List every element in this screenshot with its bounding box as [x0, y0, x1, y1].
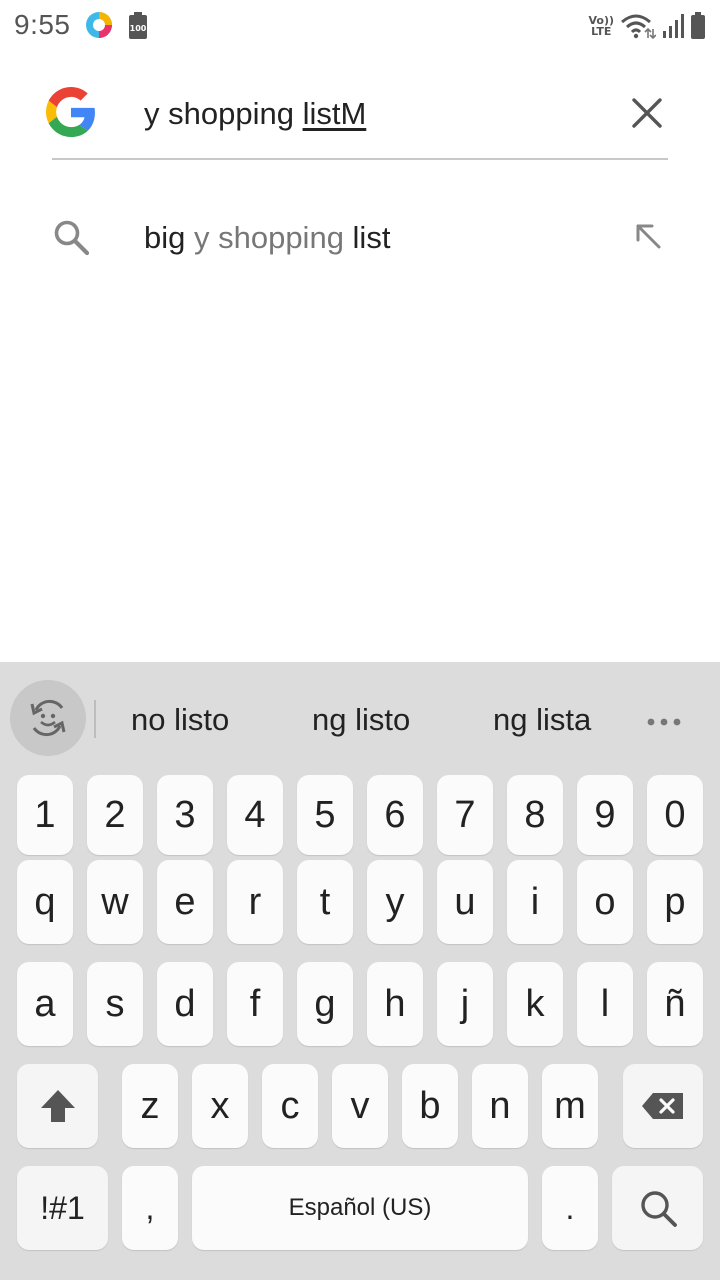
key-k[interactable]: k	[507, 962, 563, 1046]
key-i[interactable]: i	[507, 860, 563, 944]
key-f[interactable]: f	[227, 962, 283, 1046]
key-2[interactable]: 2	[87, 775, 143, 855]
signal-icon	[663, 14, 684, 38]
emoji-refresh-icon	[30, 699, 66, 737]
suggestion-prefix: big	[144, 220, 194, 255]
key-1[interactable]: 1	[17, 775, 73, 855]
space-key[interactable]: Español (US)	[192, 1166, 528, 1250]
key-a[interactable]: a	[17, 962, 73, 1046]
key-y[interactable]: y	[367, 860, 423, 944]
suggestion-item[interactable]: big y shopping list	[52, 190, 668, 282]
shift-icon	[40, 1090, 75, 1122]
key-6[interactable]: 6	[367, 775, 423, 855]
key-q[interactable]: q	[17, 860, 73, 944]
status-time: 9:55	[14, 9, 71, 40]
search-query-committed: y shopping	[144, 96, 303, 131]
key-v[interactable]: v	[332, 1064, 388, 1148]
search-query-composing: listM	[302, 96, 367, 131]
key-0[interactable]: 0	[647, 775, 703, 855]
app-notification-icon	[86, 12, 112, 38]
search-key-icon	[640, 1191, 677, 1227]
key-9[interactable]: 9	[577, 775, 633, 855]
keyboard-word-suggestion[interactable]: ng listo	[312, 702, 410, 738]
battery-saver-icon: 100	[129, 12, 147, 39]
key-d[interactable]: d	[157, 962, 213, 1046]
suggestion-text: big y shopping list	[144, 220, 390, 256]
status-right-icons: Vo)) LTE	[588, 10, 706, 42]
keyboard: no listo ng listo ng lista 1 2 3 4 5 6 7…	[0, 662, 720, 1280]
key-g[interactable]: g	[297, 962, 353, 1046]
period-key[interactable]: .	[542, 1166, 598, 1250]
search-input[interactable]: y shopping listM	[144, 96, 366, 132]
keyboard-suggestion-separator	[94, 700, 96, 738]
wifi-icon	[621, 14, 656, 39]
volte-indicator: Vo)) LTE	[588, 15, 614, 37]
comma-key[interactable]: ,	[122, 1166, 178, 1250]
keyboard-mode-button[interactable]	[10, 680, 86, 756]
backspace-key[interactable]	[623, 1064, 703, 1148]
key-b[interactable]: b	[402, 1064, 458, 1148]
key-5[interactable]: 5	[297, 775, 353, 855]
key-h[interactable]: h	[367, 962, 423, 1046]
keyboard-word-suggestion[interactable]: ng lista	[493, 702, 591, 738]
screen: 9:55 100 Vo)) LTE y shopping listM big y…	[0, 0, 720, 1280]
key-j[interactable]: j	[437, 962, 493, 1046]
key-8[interactable]: 8	[507, 775, 563, 855]
search-key[interactable]	[612, 1166, 703, 1250]
keyboard-word-suggestion[interactable]: no listo	[131, 702, 229, 738]
key-n-tilde[interactable]: ñ	[647, 962, 703, 1046]
battery-saver-label: 100	[130, 24, 147, 33]
key-t[interactable]: t	[297, 860, 353, 944]
key-p[interactable]: p	[647, 860, 703, 944]
key-4[interactable]: 4	[227, 775, 283, 855]
key-w[interactable]: w	[87, 860, 143, 944]
key-o[interactable]: o	[577, 860, 633, 944]
key-r[interactable]: r	[227, 860, 283, 944]
battery-icon	[691, 12, 705, 39]
keyboard-suggestion-bar: no listo ng listo ng lista	[0, 662, 720, 772]
suggestion-suffix: list	[352, 220, 391, 255]
suggestion-dim: y shopping	[193, 220, 353, 255]
key-u[interactable]: u	[437, 860, 493, 944]
backspace-icon	[642, 1093, 683, 1119]
key-n[interactable]: n	[472, 1064, 528, 1148]
key-c[interactable]: c	[262, 1064, 318, 1148]
google-g-logo	[46, 87, 95, 137]
search-icon	[54, 220, 90, 256]
more-options-icon[interactable]	[646, 716, 682, 728]
symbols-key[interactable]: !#1	[17, 1166, 108, 1250]
key-s[interactable]: s	[87, 962, 143, 1046]
search-bar[interactable]: y shopping listM	[46, 72, 668, 160]
shift-key[interactable]	[17, 1064, 98, 1148]
key-x[interactable]: x	[192, 1064, 248, 1148]
key-e[interactable]: e	[157, 860, 213, 944]
key-l[interactable]: l	[577, 962, 633, 1046]
key-z[interactable]: z	[122, 1064, 178, 1148]
key-m[interactable]: m	[542, 1064, 598, 1148]
volte-bottom: LTE	[591, 25, 612, 38]
key-7[interactable]: 7	[437, 775, 493, 855]
clear-icon[interactable]	[626, 92, 668, 134]
key-3[interactable]: 3	[157, 775, 213, 855]
status-bar: 9:55 100 Vo)) LTE	[0, 0, 720, 52]
fill-query-arrow-icon[interactable]	[632, 220, 664, 252]
